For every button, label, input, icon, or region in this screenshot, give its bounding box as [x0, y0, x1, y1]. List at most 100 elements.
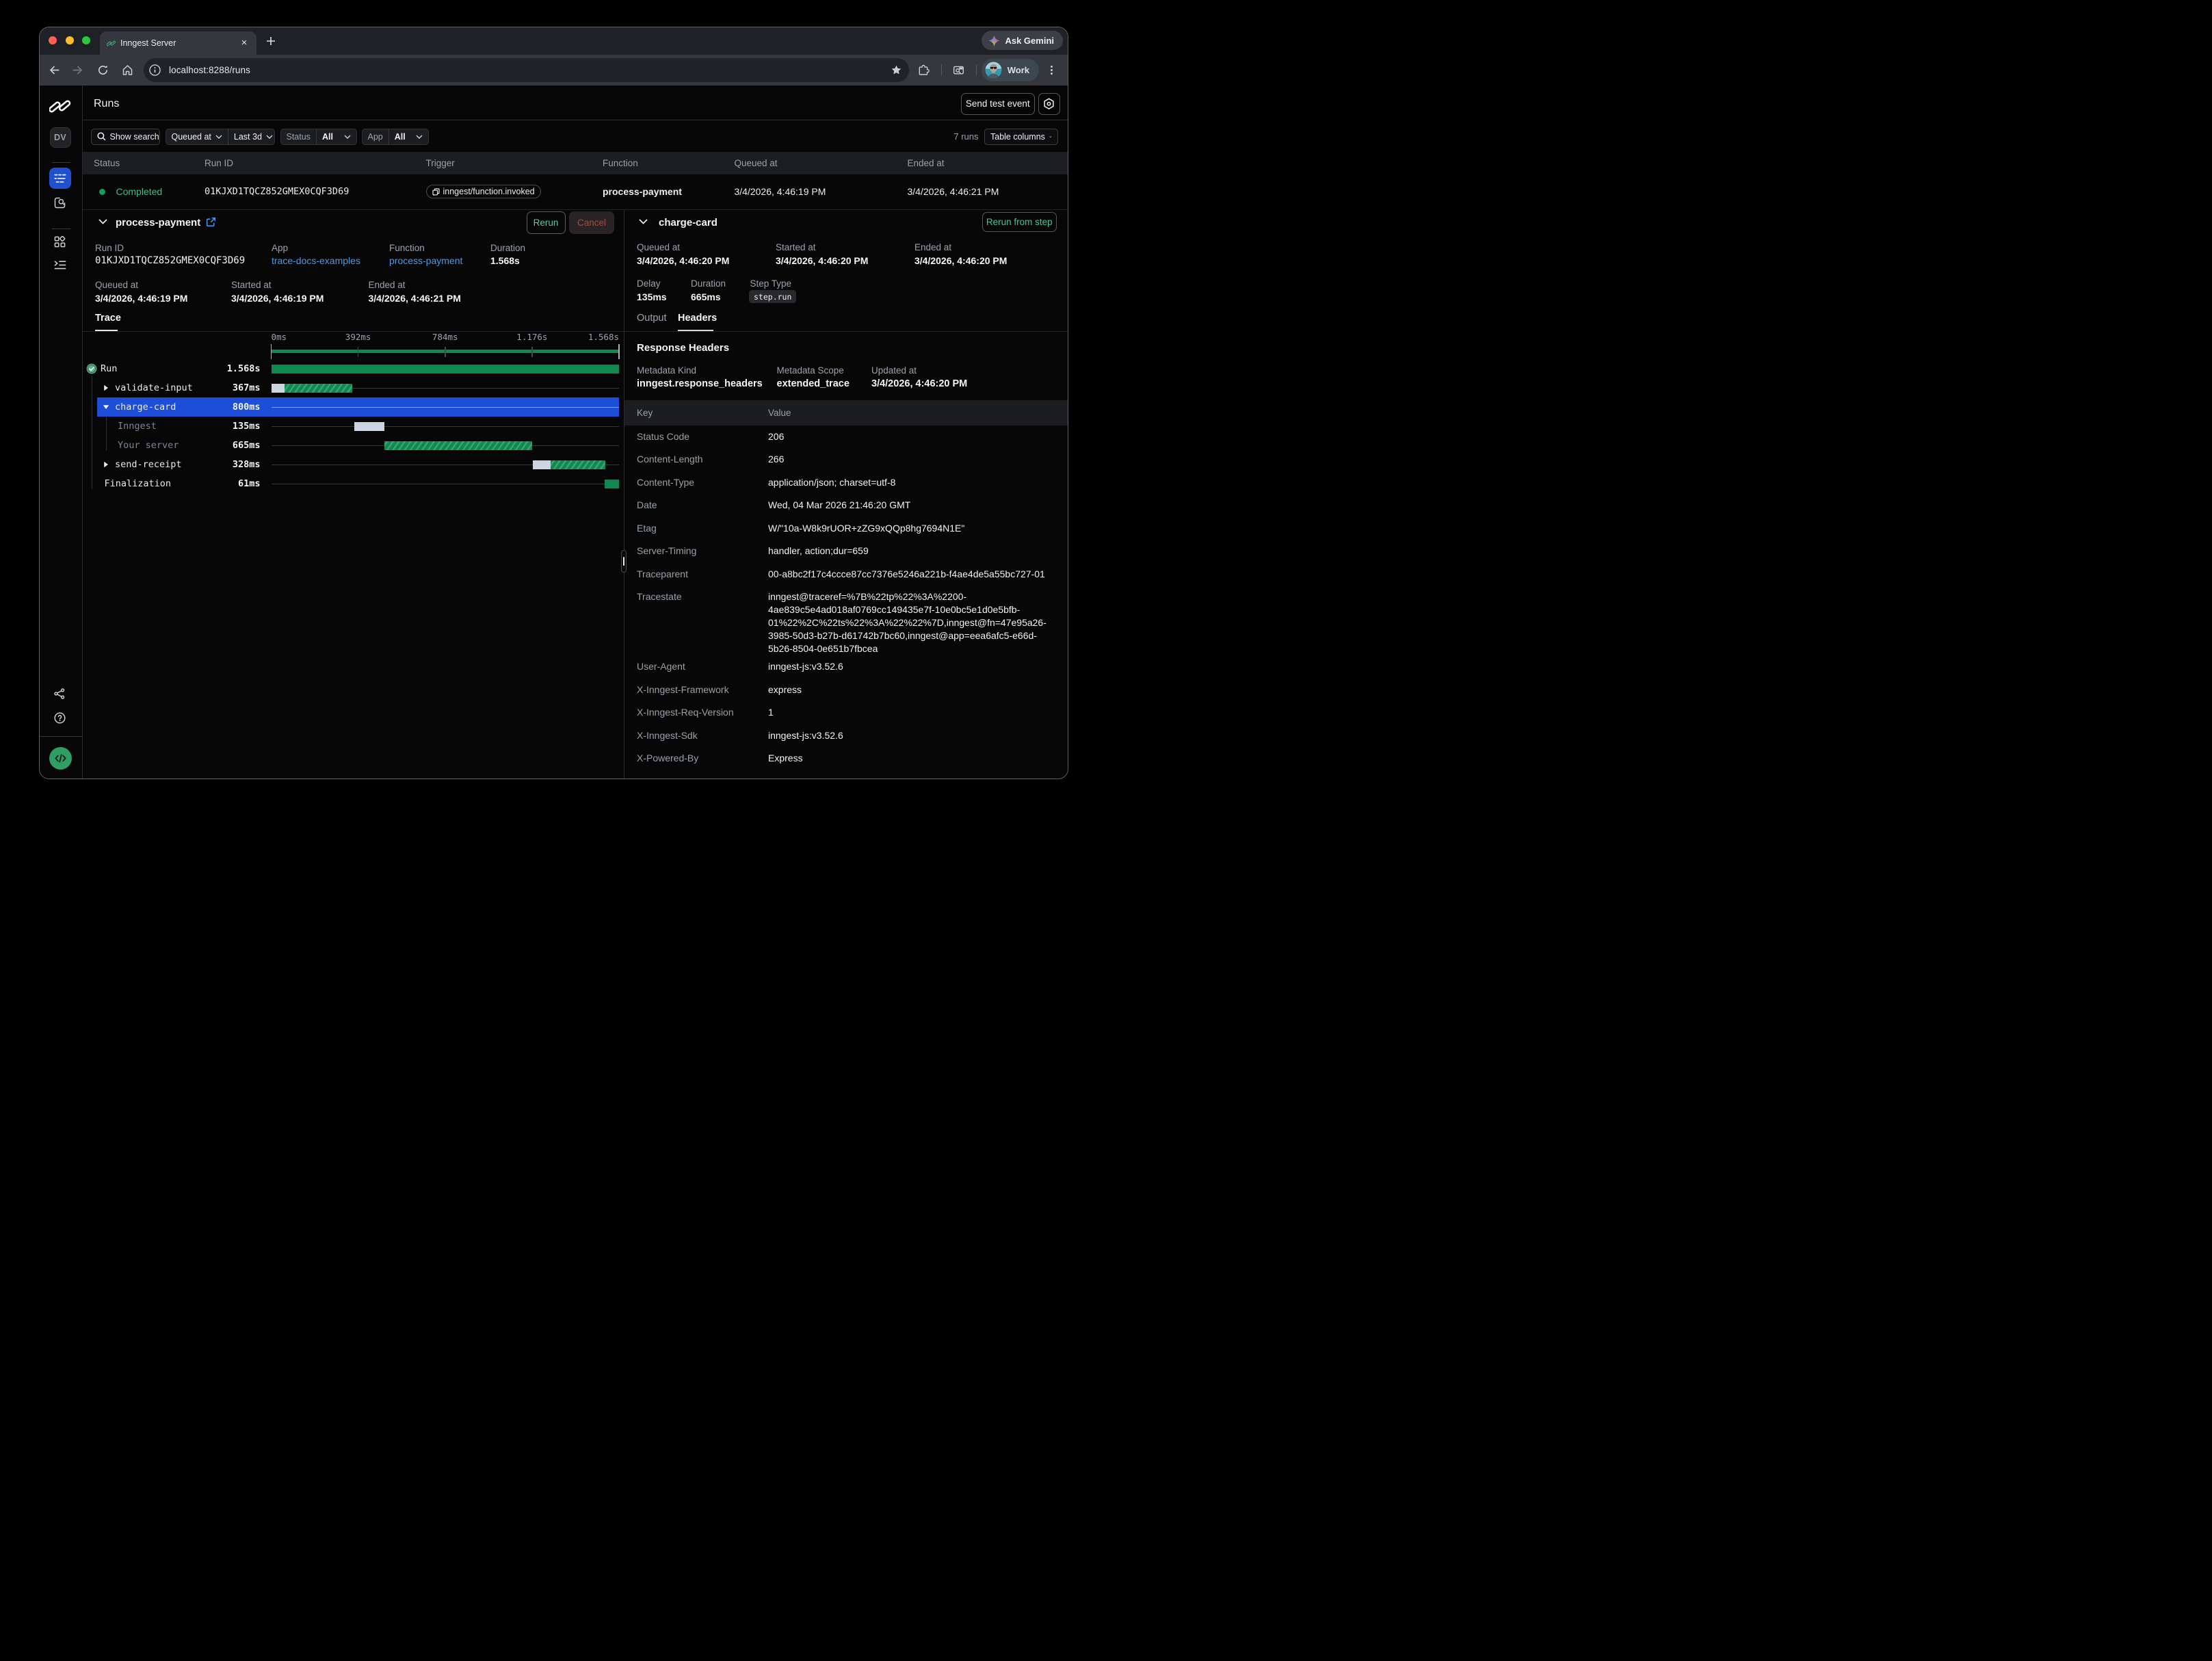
metadata-kind-label: Metadata Kind [637, 365, 696, 376]
external-link-icon[interactable] [206, 217, 216, 227]
tab-trace[interactable]: Trace [95, 313, 121, 324]
tab-close-icon[interactable]: × [238, 37, 250, 49]
header-value: inngest-js:v3.52.6 [768, 660, 843, 673]
span-name: Finalization [105, 478, 172, 489]
column-function: Function [603, 158, 638, 168]
trace-span-row-finalization[interactable]: Finalization61ms [83, 474, 624, 493]
status-text: Completed [116, 186, 163, 197]
span-bar-exec[interactable] [285, 384, 352, 393]
dev-tools-button[interactable] [49, 747, 72, 770]
column-status: Status [94, 158, 120, 168]
home-button[interactable] [115, 58, 140, 83]
new-tab-button[interactable] [265, 36, 276, 47]
function-link[interactable]: process-payment [389, 255, 462, 266]
trace-span-row-inngest[interactable]: Inngest135ms [83, 417, 624, 436]
sidebar-item-apps[interactable] [54, 236, 70, 252]
table-columns-button[interactable]: Table columns [984, 129, 1058, 146]
expand-chevron-right-icon[interactable] [103, 384, 109, 391]
table-row[interactable]: Completed 01KJXD1TQCZ852GMEX0CQF3D69 inn… [83, 174, 1068, 209]
send-test-event-button[interactable]: Send test event [961, 93, 1035, 115]
span-bar-delay[interactable] [354, 422, 384, 431]
site-info-icon[interactable] [148, 63, 162, 77]
macos-minimize-button[interactable] [66, 36, 74, 44]
step-detail-pane: charge-card Rerun from step Queued at 3/… [624, 210, 1068, 779]
profile-chip[interactable]: Work [982, 59, 1039, 81]
app-sidebar: DV [40, 86, 83, 779]
minimap-tick [445, 347, 446, 357]
ask-gemini-button[interactable]: Ask Gemini [982, 31, 1063, 50]
app-filter-dropdown[interactable]: All [389, 129, 428, 145]
span-duration: 1.568s [213, 363, 261, 374]
run-id-value: 01KJXD1TQCZ852GMEX0CQF3D69 [95, 255, 245, 266]
browser-menu-button[interactable] [1039, 58, 1064, 83]
sidebar-item-share[interactable] [54, 688, 70, 705]
extensions-button[interactable] [912, 58, 936, 83]
span-status-check-icon [86, 363, 97, 374]
address-bar[interactable]: localhost:8288/runs [144, 58, 909, 82]
browser-tab[interactable]: Inngest Server × [100, 31, 256, 55]
column-queued-at: Queued at [735, 158, 778, 168]
header-value: 266 [768, 453, 784, 466]
kebab-menu-icon [1046, 64, 1057, 76]
forward-button[interactable] [66, 58, 90, 83]
rerun-from-step-button[interactable]: Rerun from step [982, 212, 1057, 232]
bookmark-star-icon[interactable] [891, 64, 902, 76]
trace-span-row-validate-input[interactable]: validate-input367ms [83, 378, 624, 397]
app-link[interactable]: trace-docs-examples [272, 255, 360, 266]
span-bar-exec-solid[interactable] [605, 480, 619, 488]
header-row-content-type: Content-Typeapplication/json; charset=ut… [624, 471, 1068, 495]
macos-maximize-button[interactable] [82, 36, 90, 44]
trace-span-row-send-receipt[interactable]: send-receipt328ms [83, 455, 624, 474]
env-badge[interactable]: DV [50, 127, 71, 148]
collapse-chevron-icon[interactable] [639, 219, 648, 225]
updated-at-value: 3/4/2026, 4:46:20 PM [871, 378, 967, 389]
pane-divider [624, 331, 1068, 332]
time-range-dropdown[interactable]: Last 3d [228, 129, 278, 145]
duration-value: 1.568s [490, 255, 520, 266]
cancel-button[interactable]: Cancel [569, 211, 614, 234]
app-header: Runs Send test event [83, 86, 1068, 120]
reload-button[interactable] [90, 58, 115, 83]
trace-span-row-your-server[interactable]: Your server665ms [83, 436, 624, 455]
span-bar-exec-solid[interactable] [272, 365, 620, 374]
back-button[interactable] [41, 58, 66, 83]
forward-icon [73, 64, 84, 76]
macos-close-button[interactable] [49, 36, 57, 44]
span-bar-delay[interactable] [272, 384, 285, 393]
time-field-dropdown[interactable]: Queued at [166, 129, 228, 145]
collapse-chevron-icon[interactable] [98, 219, 107, 225]
pane-resize-handle[interactable] [621, 550, 627, 573]
rerun-button[interactable]: Rerun [527, 211, 566, 234]
trace-span-row-run[interactable]: Run1.568s [83, 359, 624, 378]
span-name: Your server [118, 440, 179, 451]
trigger-badge[interactable]: inngest/function.invoked [426, 185, 541, 198]
sidebar-item-help[interactable] [54, 712, 70, 729]
trace-minimap [83, 343, 624, 361]
span-bar-exec[interactable] [551, 460, 605, 469]
sidebar-item-search[interactable] [54, 197, 70, 213]
show-search-button[interactable]: Show search [91, 129, 161, 146]
trace-span-row-charge-card[interactable]: charge-card800ms [83, 397, 624, 417]
sidebar-item-terminal[interactable] [54, 260, 70, 272]
chevron-down-icon [215, 135, 222, 139]
minimap-tick [271, 344, 272, 359]
header-value: 206 [768, 430, 784, 443]
expand-chevron-right-icon[interactable] [103, 461, 109, 468]
header-value: 00-a8bc2f17c4ccce87cc7376e5246a221b-f4ae… [768, 568, 1045, 581]
header-row-x-powered-by: X-Powered-ByExpress [624, 747, 1068, 770]
span-name: send-receipt [115, 459, 182, 470]
settings-button[interactable] [1038, 93, 1060, 115]
header-value: handler, action;dur=659 [768, 545, 869, 558]
inngest-favicon-icon [107, 39, 116, 48]
span-bar-exec[interactable] [384, 441, 532, 450]
header-row-etag: EtagW/"10a-W8k9rUOR+zZG9xQQp8hg7694N1E" [624, 517, 1068, 540]
expand-chevron-down-icon[interactable] [103, 404, 109, 410]
tab-output[interactable]: Output [637, 313, 667, 324]
terminal-list-icon [54, 260, 66, 270]
tab-headers[interactable]: Headers [678, 313, 717, 324]
run-detail-pane: process-payment Rerun Cancel Run ID 01KJ… [83, 210, 624, 779]
side-panel-button[interactable] [947, 58, 971, 83]
span-bar-delay[interactable] [533, 460, 551, 469]
sidebar-item-runs[interactable] [49, 168, 71, 189]
status-filter-dropdown[interactable]: All [317, 129, 356, 145]
